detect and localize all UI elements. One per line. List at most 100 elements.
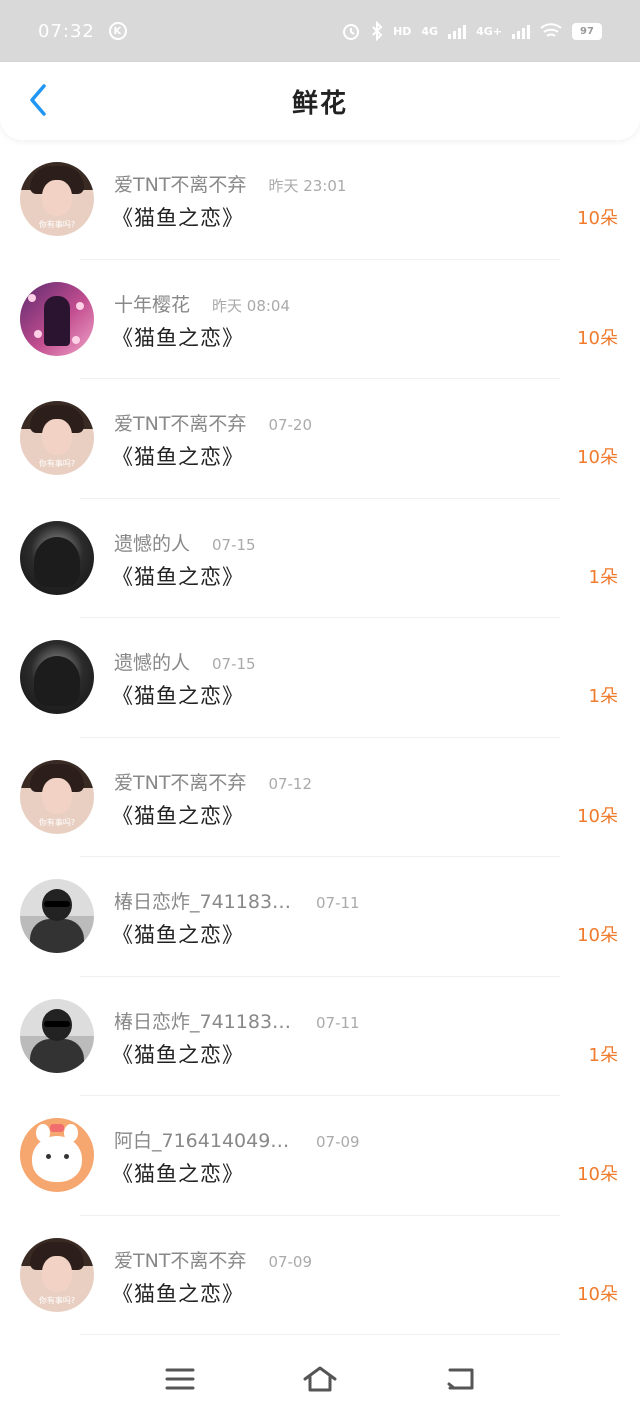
list-item[interactable]: 你有事吗? 爱TNT不离不弃 07-20 《猫鱼之恋》 10朵 [0, 379, 640, 499]
avatar[interactable]: 你有事吗? [20, 401, 94, 475]
send-time: 昨天 23:01 [268, 177, 347, 195]
sender-name[interactable]: 椿日恋炸_74118386 ... [114, 1007, 294, 1034]
alarm-icon [343, 24, 360, 40]
gift-name: 《猫鱼之恋》 [112, 684, 244, 708]
sender-name[interactable]: 遗憾的人 [114, 648, 190, 675]
send-time: 昨天 08:04 [212, 296, 291, 315]
back-icon [447, 1368, 474, 1390]
page-title: 鲜花 [291, 88, 348, 119]
item-meta: 遗憾的人 07-15 [114, 529, 256, 556]
gift-name: 《猫鱼之恋》 [112, 803, 244, 828]
return-button[interactable] [440, 1359, 480, 1399]
item-meta: 爱TNT不离不弃 07-20 [114, 409, 312, 436]
row-divider [80, 1334, 560, 1335]
send-time: 07-12 [268, 774, 313, 793]
avatar[interactable] [20, 879, 94, 953]
avatar-caption: 你有事吗? [38, 1295, 76, 1305]
list-item[interactable]: 遗憾的人 07-15 《猫鱼之恋》 1朵 [0, 499, 640, 618]
page-header: 鲜花 [0, 62, 640, 140]
menu-button[interactable] [160, 1359, 200, 1399]
send-time: 07-09 [316, 1133, 360, 1151]
item-meta: 爱TNT不离不弃 07-12 [114, 768, 312, 795]
wifi-icon [540, 23, 562, 37]
flower-count: 1朵 [588, 1044, 618, 1066]
flower-count: 10朵 [577, 925, 618, 946]
battery-icon: 97 [572, 22, 602, 40]
status-left: 07:32 K [38, 21, 127, 42]
item-meta: 遗憾的人 07-15 [114, 648, 256, 675]
status-time: 07:32 [38, 20, 95, 42]
flower-count: 10朵 [577, 327, 618, 349]
flower-count: 10朵 [577, 447, 618, 468]
avatar-caption: 你有事吗? [38, 459, 76, 468]
send-time: 07-20 [268, 416, 313, 434]
list-item[interactable]: 你有事吗? 爱TNT不离不弃 07-12 《猫鱼之恋》 10朵 [0, 738, 640, 857]
avatar[interactable] [20, 1118, 94, 1192]
sender-name[interactable]: 爱TNT不离不弃 [114, 1246, 246, 1273]
status-right: HD 4G 4G+ 97 [341, 21, 602, 41]
flower-gift-list: 你有事吗? 爱TNT不离不弃 昨天 23:01 《猫鱼之恋》 10朵 十年樱花 昨天 08:… [0, 140, 640, 1335]
system-nav-bar [0, 1336, 640, 1422]
sender-name[interactable]: 爱TNT不离不弃 [114, 768, 246, 795]
list-item[interactable]: 椿日恋炸_74118386 ... 07-11 《猫鱼之恋》 1朵 [0, 977, 640, 1096]
send-time: 07-11 [316, 1013, 360, 1032]
signal-icon-1 [448, 23, 467, 39]
flower-count: 10朵 [577, 208, 618, 229]
sender-name[interactable]: 爱TNT不离不弃 [114, 170, 246, 197]
sender-name[interactable]: 十年樱花 [114, 290, 190, 317]
item-meta: 阿白_71641404951 38 ... 07-09 [114, 1126, 360, 1153]
k-badge-icon: K [108, 22, 127, 40]
item-meta: 椿日恋炸_74118386 ... 07-11 [114, 887, 360, 914]
list-item[interactable]: 椿日恋炸_74118386 ... 07-11 《猫鱼之恋》 10朵 [0, 857, 640, 977]
flower-count: 10朵 [577, 805, 618, 827]
avatar-caption: 你有事吗? [38, 817, 76, 827]
gift-name: 《猫鱼之恋》 [112, 564, 244, 589]
back-button[interactable] [20, 82, 56, 118]
gift-name: 《猫鱼之恋》 [112, 325, 244, 350]
avatar[interactable]: 你有事吗? [20, 1237, 94, 1312]
sender-name[interactable]: 椿日恋炸_74118386 ... [114, 887, 294, 914]
list-item[interactable]: 你有事吗? 爱TNT不离不弃 昨天 23:01 《猫鱼之恋》 10朵 [0, 140, 640, 260]
avatar[interactable]: 你有事吗? [20, 759, 94, 834]
avatar[interactable] [20, 998, 94, 1073]
item-meta: 爱TNT不离不弃 07-09 [114, 1246, 312, 1273]
avatar[interactable] [20, 281, 94, 356]
sender-name[interactable]: 遗憾的人 [114, 529, 190, 556]
gift-name: 《猫鱼之恋》 [112, 206, 244, 230]
send-time: 07-15 [212, 535, 256, 554]
gift-name: 《猫鱼之恋》 [112, 1162, 244, 1186]
flower-count: 10朵 [577, 1283, 618, 1305]
network-label-2: 4G+ [476, 24, 502, 38]
gift-name: 《猫鱼之恋》 [112, 923, 244, 947]
item-meta: 椿日恋炸_74118386 ... 07-11 [114, 1007, 360, 1034]
list-item[interactable]: 你有事吗? 爱TNT不离不弃 07-09 《猫鱼之恋》 10朵 [0, 1216, 640, 1335]
network-label-1: 4G [421, 24, 439, 38]
item-meta: 爱TNT不离不弃 昨天 23:01 [114, 170, 346, 197]
menu-icon [165, 1368, 195, 1390]
avatar[interactable] [20, 520, 94, 595]
hd-label: HD [393, 24, 412, 38]
status-bar: 07:32 K HD 4G 4G+ 97 [0, 0, 640, 62]
gift-name: 《猫鱼之恋》 [112, 1281, 244, 1306]
home-icon [303, 1366, 337, 1392]
bluetooth-icon [372, 21, 383, 41]
list-item[interactable]: 十年樱花 昨天 08:04 《猫鱼之恋》 10朵 [0, 260, 640, 379]
item-meta: 十年樱花 昨天 08:04 [114, 290, 290, 317]
chevron-left-icon [30, 84, 46, 116]
sender-name[interactable]: 爱TNT不离不弃 [114, 409, 246, 436]
flower-count: 1朵 [588, 686, 618, 707]
send-time: 07-15 [212, 655, 256, 673]
avatar-caption: 你有事吗? [38, 220, 76, 229]
gift-name: 《猫鱼之恋》 [112, 1042, 244, 1067]
avatar[interactable]: 你有事吗? [20, 162, 94, 236]
list-item[interactable]: 遗憾的人 07-15 《猫鱼之恋》 1朵 [0, 618, 640, 738]
flower-count: 10朵 [577, 1164, 618, 1185]
send-time: 07-09 [268, 1252, 313, 1271]
list-item[interactable]: 阿白_71641404951 38 ... 07-09 《猫鱼之恋》 10朵 [0, 1096, 640, 1216]
home-button[interactable] [300, 1359, 340, 1399]
send-time: 07-11 [316, 894, 360, 912]
sender-name[interactable]: 阿白_71641404951 38 ... [114, 1126, 294, 1153]
flower-count: 1朵 [588, 566, 618, 588]
signal-icon-2 [512, 23, 530, 39]
avatar[interactable] [20, 640, 94, 714]
